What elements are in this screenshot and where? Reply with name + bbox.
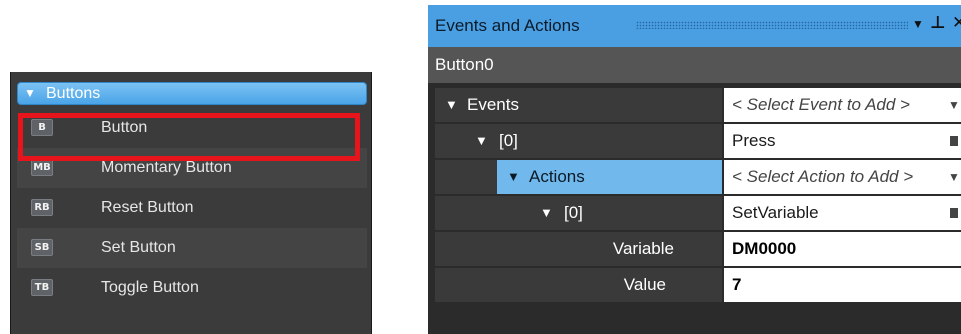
momentary-button-icon: MB bbox=[31, 159, 53, 176]
expand-triangle-icon[interactable]: ▼ bbox=[475, 124, 488, 158]
toolbox-item-reset-button[interactable]: RB Reset Button bbox=[17, 188, 367, 228]
buttons-group-header[interactable]: ▼ Buttons bbox=[17, 82, 367, 105]
event-index-label: [0] bbox=[499, 131, 518, 150]
action-0-value[interactable]: SetVariable bbox=[724, 196, 961, 230]
toolbox-item-toggle-button[interactable]: TB Toggle Button bbox=[17, 268, 367, 308]
expand-triangle-icon[interactable]: ▼ bbox=[507, 160, 520, 194]
expand-triangle-icon[interactable]: ▼ bbox=[445, 88, 458, 122]
toolbox-item-label: Button bbox=[101, 119, 148, 136]
expand-triangle-icon[interactable]: ▼ bbox=[540, 196, 553, 230]
selected-object-name: Button0 bbox=[428, 47, 961, 83]
chevron-down-icon[interactable]: ▼ bbox=[948, 88, 960, 122]
event-0-row[interactable]: ▼ [0] Press bbox=[428, 124, 961, 160]
drag-grip[interactable] bbox=[636, 21, 908, 29]
pin-icon[interactable]: ⊥ bbox=[930, 13, 946, 33]
close-icon[interactable]: ✕ bbox=[952, 13, 961, 33]
action-index-label: [0] bbox=[564, 203, 583, 222]
value-label: Value bbox=[623, 275, 666, 294]
event-0-value[interactable]: Press bbox=[724, 124, 961, 158]
reset-button-icon: RB bbox=[31, 199, 53, 216]
events-name-cell[interactable]: ▼ Events bbox=[435, 88, 722, 122]
actions-label: Actions bbox=[529, 167, 585, 186]
toolbox-item-label: Reset Button bbox=[101, 199, 194, 216]
toolbox-item-label: Momentary Button bbox=[101, 159, 232, 176]
actions-row[interactable]: ▼ Actions < Select Action to Add > ▼ bbox=[428, 160, 961, 196]
variable-value-field[interactable]: DM0000 bbox=[724, 232, 961, 266]
select-action-dropdown[interactable]: < Select Action to Add > ▼ bbox=[724, 160, 961, 194]
value-field[interactable]: 7 bbox=[724, 268, 961, 302]
actions-name-cell[interactable]: ▼ Actions bbox=[497, 160, 722, 194]
collapse-triangle-icon[interactable]: ▼ bbox=[24, 83, 36, 104]
group-title: Buttons bbox=[46, 85, 101, 102]
set-button-icon: SB bbox=[31, 239, 53, 256]
variable-label: Variable bbox=[612, 239, 674, 258]
toolbox-item-label: Toggle Button bbox=[101, 279, 199, 296]
action-0-name-cell[interactable]: ▼ [0] bbox=[528, 196, 722, 230]
window-position-dropdown-icon[interactable]: ▼ bbox=[912, 17, 924, 31]
event-0-name-cell[interactable]: ▼ [0] bbox=[465, 124, 722, 158]
delete-icon[interactable] bbox=[950, 136, 958, 146]
toolbox-item-set-button[interactable]: SB Set Button bbox=[17, 228, 367, 268]
events-row[interactable]: ▼ Events < Select Event to Add > ▼ bbox=[428, 88, 961, 124]
toolbox-item-momentary-button[interactable]: MB Momentary Button bbox=[17, 148, 367, 188]
action-0-row[interactable]: ▼ [0] SetVariable bbox=[428, 196, 961, 232]
button-icon: B bbox=[31, 119, 53, 136]
select-event-dropdown[interactable]: < Select Event to Add > ▼ bbox=[724, 88, 961, 122]
variable-row[interactable]: Variable DM0000 bbox=[428, 232, 961, 268]
delete-icon[interactable] bbox=[950, 208, 958, 218]
events-and-actions-panel: Events and Actions ▼ ⊥ ✕ Button0 ▼ Event… bbox=[428, 5, 961, 334]
toggle-button-icon: TB bbox=[31, 279, 53, 296]
toolbox-item-button[interactable]: B Button bbox=[17, 108, 367, 148]
toolbox-panel: ▼ Buttons B Button MB Momentary Button R… bbox=[10, 72, 372, 334]
events-label: Events bbox=[467, 95, 519, 114]
toolbox-item-label: Set Button bbox=[101, 239, 176, 256]
panel-title-bar[interactable]: Events and Actions ▼ ⊥ ✕ bbox=[428, 5, 961, 47]
value-row[interactable]: Value 7 bbox=[428, 268, 961, 304]
chevron-down-icon[interactable]: ▼ bbox=[948, 160, 960, 194]
panel-title: Events and Actions bbox=[435, 16, 580, 35]
